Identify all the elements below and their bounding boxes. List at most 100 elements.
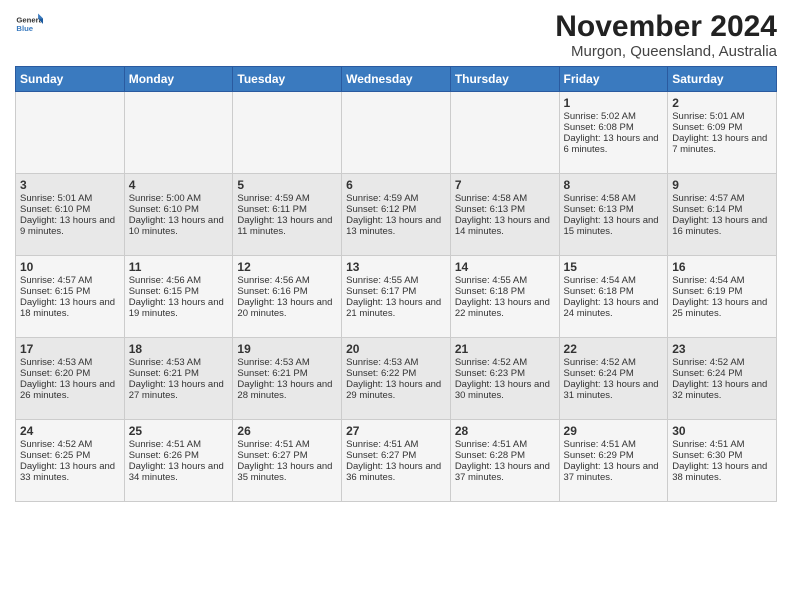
day-number: 15	[564, 260, 664, 274]
day-info: Sunset: 6:27 PM	[346, 450, 446, 461]
day-info: Sunset: 6:17 PM	[346, 286, 446, 297]
day-number: 3	[20, 178, 120, 192]
day-info: Sunset: 6:21 PM	[129, 368, 229, 379]
day-info: Sunset: 6:25 PM	[20, 450, 120, 461]
day-info: Daylight: 13 hours and 9 minutes.	[20, 215, 120, 237]
day-info: Daylight: 13 hours and 36 minutes.	[346, 461, 446, 483]
calendar-cell	[16, 92, 125, 174]
day-number: 5	[237, 178, 337, 192]
day-info: Sunset: 6:15 PM	[20, 286, 120, 297]
day-info: Sunrise: 5:00 AM	[129, 193, 229, 204]
day-number: 7	[455, 178, 555, 192]
day-number: 11	[129, 260, 229, 274]
day-number: 20	[346, 342, 446, 356]
calendar-cell: 16Sunrise: 4:54 AMSunset: 6:19 PMDayligh…	[668, 256, 777, 338]
calendar-cell: 21Sunrise: 4:52 AMSunset: 6:23 PMDayligh…	[450, 338, 559, 420]
day-number: 18	[129, 342, 229, 356]
calendar-cell: 11Sunrise: 4:56 AMSunset: 6:15 PMDayligh…	[124, 256, 233, 338]
day-info: Sunset: 6:14 PM	[672, 204, 772, 215]
day-info: Sunrise: 4:59 AM	[237, 193, 337, 204]
day-info: Daylight: 13 hours and 24 minutes.	[564, 297, 664, 319]
day-info: Sunrise: 4:54 AM	[564, 275, 664, 286]
day-info: Daylight: 13 hours and 35 minutes.	[237, 461, 337, 483]
day-info: Daylight: 13 hours and 30 minutes.	[455, 379, 555, 401]
calendar-cell: 23Sunrise: 4:52 AMSunset: 6:24 PMDayligh…	[668, 338, 777, 420]
calendar-cell: 2Sunrise: 5:01 AMSunset: 6:09 PMDaylight…	[668, 92, 777, 174]
day-info: Sunset: 6:16 PM	[237, 286, 337, 297]
day-info: Daylight: 13 hours and 21 minutes.	[346, 297, 446, 319]
day-number: 19	[237, 342, 337, 356]
calendar-week-1: 1Sunrise: 5:02 AMSunset: 6:08 PMDaylight…	[16, 92, 777, 174]
calendar-cell	[342, 92, 451, 174]
calendar-cell: 19Sunrise: 4:53 AMSunset: 6:21 PMDayligh…	[233, 338, 342, 420]
day-number: 28	[455, 424, 555, 438]
day-info: Sunrise: 4:55 AM	[346, 275, 446, 286]
day-info: Daylight: 13 hours and 20 minutes.	[237, 297, 337, 319]
day-info: Sunrise: 4:58 AM	[564, 193, 664, 204]
day-info: Sunrise: 4:51 AM	[129, 439, 229, 450]
day-number: 29	[564, 424, 664, 438]
day-info: Daylight: 13 hours and 32 minutes.	[672, 379, 772, 401]
day-info: Sunrise: 4:56 AM	[237, 275, 337, 286]
calendar-cell	[450, 92, 559, 174]
day-info: Sunset: 6:29 PM	[564, 450, 664, 461]
day-number: 9	[672, 178, 772, 192]
header-sunday: Sunday	[16, 67, 125, 92]
day-info: Daylight: 13 hours and 13 minutes.	[346, 215, 446, 237]
day-info: Sunrise: 4:51 AM	[455, 439, 555, 450]
day-info: Sunrise: 5:01 AM	[20, 193, 120, 204]
day-info: Sunrise: 4:51 AM	[346, 439, 446, 450]
calendar-cell: 30Sunrise: 4:51 AMSunset: 6:30 PMDayligh…	[668, 420, 777, 502]
header-wednesday: Wednesday	[342, 67, 451, 92]
day-number: 2	[672, 96, 772, 110]
day-info: Sunrise: 4:51 AM	[564, 439, 664, 450]
day-info: Daylight: 13 hours and 10 minutes.	[129, 215, 229, 237]
main-container: General Blue November 2024 Murgon, Queen…	[0, 0, 792, 507]
calendar-cell: 7Sunrise: 4:58 AMSunset: 6:13 PMDaylight…	[450, 174, 559, 256]
calendar-cell: 24Sunrise: 4:52 AMSunset: 6:25 PMDayligh…	[16, 420, 125, 502]
day-info: Sunrise: 5:02 AM	[564, 111, 664, 122]
calendar-cell: 28Sunrise: 4:51 AMSunset: 6:28 PMDayligh…	[450, 420, 559, 502]
header-row: General Blue November 2024 Murgon, Queen…	[15, 10, 777, 60]
calendar-cell: 5Sunrise: 4:59 AMSunset: 6:11 PMDaylight…	[233, 174, 342, 256]
day-info: Sunrise: 4:53 AM	[346, 357, 446, 368]
day-number: 6	[346, 178, 446, 192]
calendar-cell: 3Sunrise: 5:01 AMSunset: 6:10 PMDaylight…	[16, 174, 125, 256]
day-info: Sunset: 6:09 PM	[672, 122, 772, 133]
calendar-cell: 6Sunrise: 4:59 AMSunset: 6:12 PMDaylight…	[342, 174, 451, 256]
day-info: Daylight: 13 hours and 29 minutes.	[346, 379, 446, 401]
svg-text:Blue: Blue	[16, 24, 33, 33]
calendar-cell: 17Sunrise: 4:53 AMSunset: 6:20 PMDayligh…	[16, 338, 125, 420]
day-info: Sunrise: 4:52 AM	[672, 357, 772, 368]
day-number: 13	[346, 260, 446, 274]
day-info: Sunset: 6:27 PM	[237, 450, 337, 461]
day-info: Sunset: 6:10 PM	[129, 204, 229, 215]
day-info: Sunrise: 4:51 AM	[237, 439, 337, 450]
day-info: Sunset: 6:26 PM	[129, 450, 229, 461]
day-info: Sunset: 6:28 PM	[455, 450, 555, 461]
calendar-cell	[124, 92, 233, 174]
day-number: 24	[20, 424, 120, 438]
day-number: 8	[564, 178, 664, 192]
day-number: 23	[672, 342, 772, 356]
day-info: Sunrise: 4:52 AM	[564, 357, 664, 368]
calendar-cell: 4Sunrise: 5:00 AMSunset: 6:10 PMDaylight…	[124, 174, 233, 256]
day-number: 14	[455, 260, 555, 274]
day-info: Sunrise: 4:56 AM	[129, 275, 229, 286]
day-number: 30	[672, 424, 772, 438]
day-info: Daylight: 13 hours and 25 minutes.	[672, 297, 772, 319]
day-info: Daylight: 13 hours and 38 minutes.	[672, 461, 772, 483]
calendar-cell: 13Sunrise: 4:55 AMSunset: 6:17 PMDayligh…	[342, 256, 451, 338]
day-info: Daylight: 13 hours and 37 minutes.	[564, 461, 664, 483]
day-number: 1	[564, 96, 664, 110]
day-info: Sunrise: 4:57 AM	[672, 193, 772, 204]
day-info: Sunset: 6:10 PM	[20, 204, 120, 215]
day-number: 10	[20, 260, 120, 274]
day-info: Daylight: 13 hours and 14 minutes.	[455, 215, 555, 237]
title-block: November 2024 Murgon, Queensland, Austra…	[555, 10, 777, 60]
day-info: Sunset: 6:18 PM	[455, 286, 555, 297]
day-info: Daylight: 13 hours and 16 minutes.	[672, 215, 772, 237]
calendar-cell: 18Sunrise: 4:53 AMSunset: 6:21 PMDayligh…	[124, 338, 233, 420]
day-info: Daylight: 13 hours and 34 minutes.	[129, 461, 229, 483]
calendar-cell: 20Sunrise: 4:53 AMSunset: 6:22 PMDayligh…	[342, 338, 451, 420]
